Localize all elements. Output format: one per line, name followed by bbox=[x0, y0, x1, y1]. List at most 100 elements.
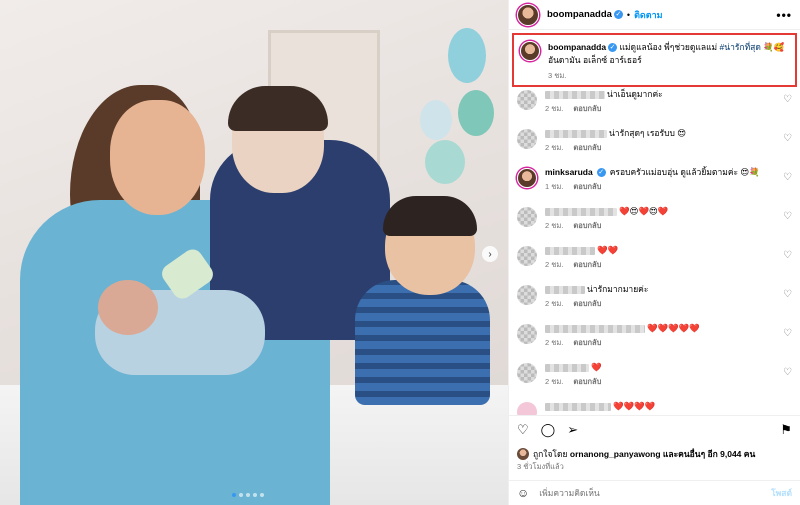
reply-button[interactable]: ตอบกลับ bbox=[573, 143, 601, 152]
comment-time[interactable]: 2 ชม. bbox=[545, 377, 563, 386]
comment-time[interactable]: 2 ชม. bbox=[545, 143, 563, 152]
likes-count[interactable]: และคนอื่นๆ อีก 9,044 คน bbox=[663, 447, 755, 461]
commenter-avatar-blurred[interactable] bbox=[517, 90, 537, 110]
boy-shirt bbox=[355, 280, 490, 405]
comment-item: ❤️😍❤️😍❤️ 2 ชม. ตอบกลับ ♡ bbox=[509, 205, 800, 244]
comment-time[interactable]: 1 ชม. bbox=[545, 182, 563, 191]
reply-button[interactable]: ตอบกลับ bbox=[573, 104, 601, 113]
like-comment-heart-icon[interactable]: ♡ bbox=[783, 250, 792, 261]
reply-button[interactable]: ตอบกลับ bbox=[573, 260, 601, 269]
like-heart-icon[interactable]: ♡ bbox=[517, 422, 529, 438]
like-comment-heart-icon[interactable]: ♡ bbox=[783, 172, 792, 183]
carousel-dot bbox=[232, 493, 236, 497]
comment-item: น่าเอ็นดูมากค่ะ 2 ชม. ตอบกลับ ♡ bbox=[509, 88, 800, 127]
comment-time[interactable]: 2 ชม. bbox=[545, 299, 563, 308]
like-comment-heart-icon[interactable]: ♡ bbox=[783, 94, 792, 105]
commenter-avatar-blurred[interactable] bbox=[517, 324, 537, 344]
comment-time[interactable]: 2 ชม. bbox=[545, 104, 563, 113]
emoji-smiley-icon[interactable]: ☺ bbox=[517, 486, 529, 500]
caption-username[interactable]: boompanadda bbox=[548, 42, 606, 52]
comment-text: ครอบครัวแม่อบอุ่น ดูแล้วยิ้มตามค่ะ 😍💐 bbox=[609, 167, 760, 177]
like-comment-heart-icon[interactable]: ♡ bbox=[783, 328, 792, 339]
comment-bubble-icon[interactable]: ◯ bbox=[541, 422, 556, 438]
carousel-dot bbox=[260, 493, 264, 497]
carousel-dot bbox=[239, 493, 243, 497]
commenter-avatar-blurred[interactable] bbox=[517, 402, 537, 415]
post-side-panel: boompanadda ✓ • ติดตาม ••• boompanadda ✓ … bbox=[508, 0, 800, 505]
caption-line2: อันดามัน อเล็กซ์ อาร์เธอร์ bbox=[548, 55, 642, 65]
comment-text: ❤️❤️ bbox=[597, 245, 619, 255]
blurred-username bbox=[545, 207, 617, 216]
share-send-icon[interactable]: ➢ bbox=[567, 422, 578, 438]
verified-badge-icon: ✓ bbox=[596, 168, 606, 177]
caption-hashtag[interactable]: #น่ารักที่สุด bbox=[720, 42, 761, 52]
comment-input[interactable]: เพิ่มความคิดเห็น bbox=[539, 486, 771, 500]
commenter-avatar-blurred[interactable] bbox=[517, 129, 537, 149]
comment-time[interactable]: 2 ชม. bbox=[545, 260, 563, 269]
comment-text: ❤️😍❤️😍❤️ bbox=[619, 206, 669, 216]
comment-text: ❤️ bbox=[591, 362, 602, 372]
girl-hair bbox=[228, 86, 328, 131]
commenter-avatar[interactable] bbox=[517, 168, 537, 188]
blurred-username bbox=[545, 324, 645, 333]
blurred-username bbox=[545, 90, 605, 99]
post-comment-button[interactable]: โพสต์ bbox=[771, 486, 792, 500]
like-comment-heart-icon[interactable]: ♡ bbox=[783, 211, 792, 222]
like-comment-heart-icon[interactable]: ♡ bbox=[783, 367, 792, 378]
author-avatar[interactable] bbox=[517, 3, 539, 26]
commenter-avatar-blurred[interactable] bbox=[517, 207, 537, 227]
comment-text: ❤️❤️❤️❤️ bbox=[613, 401, 656, 411]
post-actions-bar: ♡ ◯ ➢ ⚑ bbox=[509, 415, 800, 443]
save-bookmark-icon[interactable]: ⚑ bbox=[780, 422, 792, 438]
carousel-dot bbox=[246, 493, 250, 497]
blurred-username bbox=[545, 246, 595, 255]
likes-summary[interactable]: ถูกใจโดย ornanong_panyawong และคนอื่นๆ อ… bbox=[517, 447, 792, 461]
comments-list[interactable]: น่าเอ็นดูมากค่ะ 2 ชม. ตอบกลับ ♡ น่ารักสุด… bbox=[509, 88, 800, 415]
post-photo[interactable]: › bbox=[0, 0, 508, 505]
comment-item: ❤️❤️❤️❤️ bbox=[509, 400, 800, 415]
balloon bbox=[420, 100, 452, 140]
caption-highlight: boompanadda ✓ แม่ดูแลน้อง พี่ๆช่วยดูแลแม่… bbox=[512, 33, 797, 87]
comment-item: minksaruda ✓ ครอบครัวแม่อบอุ่น ดูแล้วยิ้มต… bbox=[509, 166, 800, 205]
caption-time[interactable]: 3 ชม. bbox=[548, 69, 784, 82]
comment-item: น่ารักมากมายค่ะ 2 ชม. ตอบกลับ ♡ bbox=[509, 283, 800, 322]
reply-button[interactable]: ตอบกลับ bbox=[573, 299, 601, 308]
next-photo-chevron-icon[interactable]: › bbox=[482, 246, 498, 262]
add-comment-bar: ☺ เพิ่มความคิดเห็น โพสต์ bbox=[509, 480, 800, 505]
liker-username[interactable]: ornanong_panyawong bbox=[570, 449, 661, 459]
post-header: boompanadda ✓ • ติดตาม ••• bbox=[509, 0, 800, 30]
reply-button[interactable]: ตอบกลับ bbox=[573, 221, 601, 230]
caption-body: แม่ดูแลน้อง พี่ๆช่วยดูแลแม่ bbox=[619, 42, 718, 52]
follow-button[interactable]: ติดตาม bbox=[634, 8, 663, 22]
caption-emoji: 💐🥰 bbox=[763, 42, 785, 52]
blurred-username bbox=[545, 402, 611, 411]
caption-author-avatar[interactable] bbox=[520, 41, 540, 61]
post-time-ago[interactable]: 3 ชั่วโมงที่แล้ว bbox=[517, 461, 564, 473]
like-comment-heart-icon[interactable]: ♡ bbox=[783, 133, 792, 144]
reply-button[interactable]: ตอบกลับ bbox=[573, 182, 601, 191]
comment-item: ❤️❤️❤️❤️❤️ 2 ชม. ตอบกลับ ♡ bbox=[509, 322, 800, 361]
comment-item: ❤️ 2 ชม. ตอบกลับ ♡ bbox=[509, 361, 800, 400]
comment-item: ❤️❤️ 2 ชม. ตอบกลับ ♡ bbox=[509, 244, 800, 283]
carousel-dots bbox=[232, 493, 264, 497]
author-username[interactable]: boompanadda bbox=[547, 9, 612, 20]
comment-text: น่ารักมากมายค่ะ bbox=[587, 284, 649, 294]
more-options-icon[interactable]: ••• bbox=[776, 8, 792, 22]
commenter-avatar-blurred[interactable] bbox=[517, 285, 537, 305]
comment-time[interactable]: 2 ชม. bbox=[545, 221, 563, 230]
reply-button[interactable]: ตอบกลับ bbox=[573, 377, 601, 386]
liker-avatar bbox=[517, 448, 529, 460]
reply-button[interactable]: ตอบกลับ bbox=[573, 338, 601, 347]
verified-badge-icon: ✓ bbox=[608, 43, 618, 53]
commenter-avatar-blurred[interactable] bbox=[517, 363, 537, 383]
boy-hair bbox=[383, 196, 477, 236]
caption-text: boompanadda ✓ แม่ดูแลน้อง พี่ๆช่วยดูแลแม่… bbox=[548, 41, 784, 81]
likes-prefix: ถูกใจโดย bbox=[533, 449, 568, 459]
balloon bbox=[448, 28, 486, 83]
like-comment-heart-icon[interactable]: ♡ bbox=[783, 289, 792, 300]
comment-username[interactable]: minksaruda bbox=[545, 166, 593, 179]
commenter-avatar-blurred[interactable] bbox=[517, 246, 537, 266]
blurred-username bbox=[545, 363, 589, 372]
blurred-username bbox=[545, 285, 585, 294]
comment-time[interactable]: 2 ชม. bbox=[545, 338, 563, 347]
